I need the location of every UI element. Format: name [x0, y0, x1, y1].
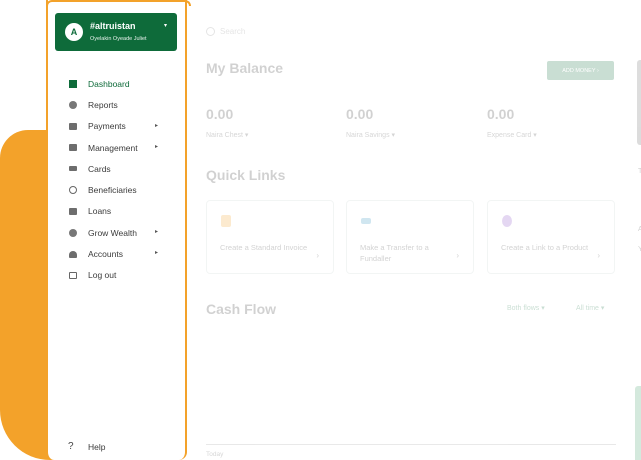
sidebar-item-label: Payments: [88, 121, 126, 132]
sidebar-item-label: Management: [88, 142, 138, 153]
sidebar-item-label: Grow Wealth: [88, 227, 137, 238]
expense-card-dropdown[interactable]: Expense Card ▾: [487, 131, 537, 139]
sidebar-item-label: Accounts: [88, 249, 123, 260]
chevron-right-icon: ›: [316, 251, 319, 260]
dashboard-icon: [68, 79, 77, 88]
search-placeholder: Search: [220, 27, 246, 36]
naira-chest-dropdown[interactable]: Naira Chest ▾: [206, 131, 248, 139]
side-panel-edge: [637, 60, 641, 145]
main-content: Search My Balance ADD MONEY › 0.00 Naira…: [187, 0, 641, 460]
invoice-icon: [221, 215, 231, 227]
balance-heading: My Balance: [206, 60, 284, 76]
accounts-icon: [68, 250, 77, 259]
loans-icon: [68, 207, 77, 216]
add-money-button[interactable]: ADD MONEY ›: [547, 61, 614, 80]
sidebar-item-payments[interactable]: Payments ▸: [68, 116, 168, 137]
help-link[interactable]: ? Help: [68, 441, 105, 452]
management-icon: [68, 143, 77, 152]
time-filter[interactable]: All time ▾: [576, 304, 604, 312]
org-switcher[interactable]: A #altruistan Oyelakin Oyeade Juliet ▾: [55, 13, 177, 51]
org-name: #altruistan: [90, 21, 136, 31]
sidebar-nav: Dashboard Reports Payments ▸ Management …: [68, 73, 168, 286]
sidebar-item-cards[interactable]: Cards: [68, 158, 168, 179]
quick-link-transfer[interactable]: Make a Transfer to a Fundaller ›: [346, 200, 474, 274]
logout-icon: [68, 271, 77, 280]
quick-link-label: Make a Transfer to a Fundaller: [360, 243, 429, 263]
sidebar-item-grow-wealth[interactable]: Grow Wealth ▸: [68, 222, 168, 243]
chevron-right-icon: ›: [597, 251, 600, 260]
sidebar-item-log-out[interactable]: Log out: [68, 265, 168, 286]
chevron-right-icon: ▸: [154, 122, 158, 129]
user-name: Oyelakin Oyeade Juliet: [90, 36, 147, 42]
cash-flow-heading: Cash Flow: [206, 301, 277, 317]
help-icon: ?: [68, 441, 74, 452]
sidebar-item-label: Log out: [88, 270, 117, 281]
naira-savings-amount: 0.00: [346, 106, 374, 122]
sidebar-item-label: Reports: [88, 99, 118, 110]
sidebar-item-label: Beneficiaries: [88, 185, 137, 196]
beneficiaries-icon: [68, 186, 77, 195]
link-icon: [502, 215, 512, 227]
chevron-right-icon: ▸: [154, 143, 158, 150]
quick-links-heading: Quick Links: [206, 167, 286, 183]
side-panel-edge-green: [635, 386, 641, 460]
chevron-right-icon: ›: [456, 251, 459, 260]
caret-down-icon: ▾: [163, 23, 167, 29]
sidebar-item-reports[interactable]: Reports: [68, 94, 168, 115]
quick-link-invoice[interactable]: Create a Standard Invoice ›: [206, 200, 334, 274]
sidebar-item-accounts[interactable]: Accounts ▸: [68, 243, 168, 264]
sidebar-item-loans[interactable]: Loans: [68, 201, 168, 222]
sidebar-item-label: Dashboard: [88, 78, 130, 89]
naira-chest-amount: 0.00: [206, 106, 234, 122]
sidebar-item-beneficiaries[interactable]: Beneficiaries: [68, 179, 168, 200]
expense-card-amount: 0.00: [487, 106, 515, 122]
chevron-right-icon: ▸: [154, 250, 158, 257]
sidebar-item-management[interactable]: Management ▸: [68, 137, 168, 158]
payments-icon: [68, 122, 77, 131]
naira-savings-dropdown[interactable]: Naira Savings ▾: [346, 131, 395, 139]
sidebar-item-label: Cards: [88, 163, 111, 174]
chevron-right-icon: ▸: [154, 229, 158, 236]
transfer-icon: [361, 218, 371, 224]
sidebar-item-label: Loans: [88, 206, 112, 217]
search-bar[interactable]: Search: [206, 27, 245, 36]
dashboard-screen: Search My Balance ADD MONEY › 0.00 Naira…: [0, 0, 641, 460]
quick-link-product[interactable]: Create a Link to a Product ›: [487, 200, 615, 274]
quick-link-label: Create a Standard Invoice: [220, 243, 308, 252]
chart-baseline: [206, 444, 616, 445]
flows-filter[interactable]: Both flows ▾: [507, 304, 545, 312]
grow-wealth-icon: [68, 228, 77, 237]
avatar: A: [65, 23, 83, 41]
sidebar: A #altruistan Oyelakin Oyeade Juliet ▾ D…: [46, 0, 191, 460]
help-label: Help: [88, 441, 106, 452]
pie-chart-icon: [68, 100, 77, 109]
search-icon: [206, 27, 215, 36]
sidebar-item-dashboard[interactable]: Dashboard: [68, 73, 168, 94]
card-icon: [68, 164, 77, 173]
today-label: Today: [206, 451, 224, 458]
quick-link-label: Create a Link to a Product: [501, 243, 589, 252]
